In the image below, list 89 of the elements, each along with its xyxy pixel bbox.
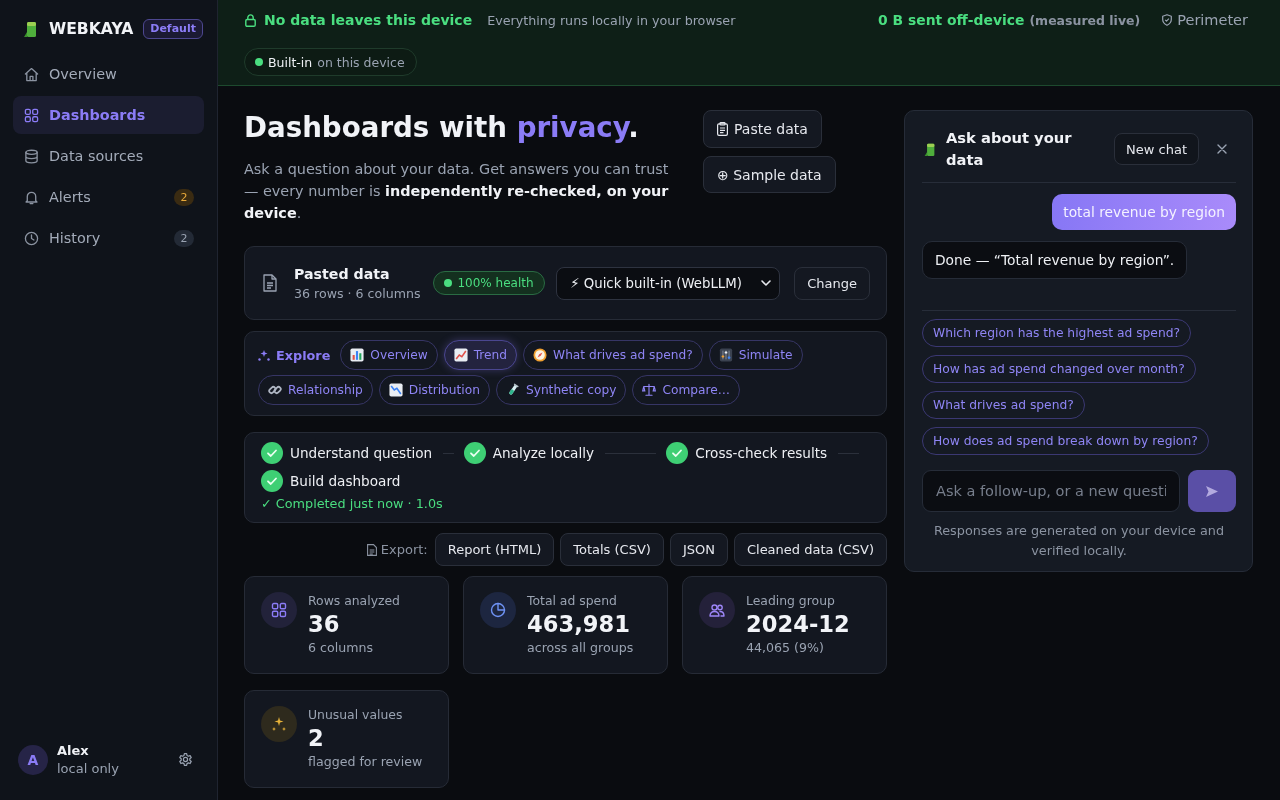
stat-detail: across all groups <box>527 639 634 656</box>
status-dot-icon <box>255 58 263 66</box>
perimeter-link[interactable]: Perimeter <box>1162 12 1248 28</box>
count-badge: 2 <box>174 188 194 206</box>
export-label: Export: <box>380 542 428 557</box>
grid-icon <box>261 592 297 628</box>
user-status: local only <box>57 761 119 776</box>
home-icon <box>24 66 39 82</box>
scales-icon <box>642 383 657 397</box>
privacy-headline: No data leaves this device <box>264 12 473 28</box>
sidebar-item[interactable]: Alerts 2 <box>13 178 204 216</box>
export-button[interactable]: Report (HTML) <box>434 533 555 566</box>
stat-label: Unusual values <box>308 706 404 724</box>
question-input[interactable]: Ask a follow-up, or a new questi <box>922 470 1181 512</box>
explore-label: Explore <box>276 347 331 363</box>
step-label: Understand question <box>290 445 433 461</box>
stat-label: Rows analyzed <box>308 592 400 610</box>
falling-chart-icon <box>388 383 403 397</box>
user-message: total revenue by region <box>1052 194 1236 230</box>
count-badge: 2 <box>174 229 194 247</box>
sliders-icon <box>718 348 733 362</box>
sidebar-item[interactable]: History 2 <box>13 219 204 257</box>
model-location: on this device <box>317 54 405 70</box>
send-icon <box>1206 485 1219 497</box>
stat-value: 2 <box>308 724 325 753</box>
stat-label: Total ad spend <box>527 592 618 610</box>
health-label: 100% health <box>457 276 534 290</box>
document-icon <box>263 274 277 292</box>
sample-data-button[interactable]: ⊕ Sample data <box>703 156 836 193</box>
stat-detail: flagged for review <box>308 753 423 770</box>
lock-icon <box>245 13 256 27</box>
user-avatar: A <box>18 744 48 775</box>
brand-name: WEBKAYA <box>49 20 134 38</box>
clipboard-icon <box>717 122 728 136</box>
step-label: Cross-check results <box>695 445 828 461</box>
link-icon <box>268 383 282 397</box>
logo-icon <box>24 21 36 37</box>
new-chat-button[interactable]: New chat <box>1114 133 1199 165</box>
bell-icon <box>24 189 39 205</box>
sparkle-icon <box>258 349 270 361</box>
export-button[interactable]: Totals (CSV) <box>560 533 664 566</box>
completion-status: ✓ Completed just now · 1.0s <box>261 496 444 511</box>
stat-detail: 6 columns <box>308 639 374 656</box>
people-icon <box>699 592 735 628</box>
logo-icon <box>924 142 935 156</box>
stat-value: 2024-12 <box>746 610 850 639</box>
export-button[interactable]: JSON <box>669 533 728 566</box>
close-icon[interactable] <box>1217 144 1227 154</box>
model-name: Built-in <box>268 54 313 70</box>
stat-value: 463,981 <box>527 610 631 639</box>
shield-icon <box>1162 14 1173 26</box>
stat-value: 36 <box>308 610 341 639</box>
step-label: Analyze locally <box>492 445 595 461</box>
chat-footnote: Responses are generated on your device and verified locally. <box>932 522 1226 560</box>
traffic-counter: 0 B sent off-device <box>878 12 1025 28</box>
sidebar-item[interactable]: Overview <box>13 55 204 93</box>
traffic-note: (measured live) <box>1029 12 1141 28</box>
step-label: Build dashboard <box>290 473 401 489</box>
change-button[interactable]: Change <box>794 266 870 300</box>
clock-icon <box>24 230 39 246</box>
privacy-subtitle: Everything runs locally in your browser <box>487 12 736 28</box>
bar-chart-icon <box>350 348 365 362</box>
explore-chip[interactable]: Trend <box>443 340 518 370</box>
stat-detail: 44,065 (9%) <box>746 639 825 656</box>
sidebar-item[interactable]: Data sources <box>13 137 204 175</box>
model-select[interactable]: ⚡ Quick built-in (WebLLM) <box>556 266 781 300</box>
paste-data-button[interactable]: Paste data <box>703 110 822 148</box>
document-icon <box>366 543 377 556</box>
page-title: Dashboards with privacy. <box>244 110 640 146</box>
dataset-summary: 36 rows · 6 columns <box>294 285 421 301</box>
rising-chart-icon <box>453 348 468 362</box>
dataset-name: Pasted data <box>294 265 391 282</box>
database-icon <box>24 148 39 164</box>
status-dot-icon <box>444 279 453 287</box>
user-name: Alex <box>57 743 90 758</box>
caret-icon <box>761 280 772 286</box>
pie-chart-icon <box>480 592 516 628</box>
assistant-message: Done — “Total revenue by region”. <box>922 241 1188 279</box>
sidebar-item[interactable]: Dashboards <box>13 96 204 134</box>
export-button[interactable]: Cleaned data (CSV) <box>733 533 887 566</box>
sparkle-icon <box>261 706 297 742</box>
grid-icon <box>24 107 39 123</box>
stat-label: Leading group <box>746 592 836 610</box>
compass-icon <box>533 348 548 362</box>
send-button[interactable] <box>1188 470 1236 512</box>
chat-title: Ask about your data <box>946 128 1073 170</box>
workspace-badge: Default <box>143 19 203 39</box>
settings-icon[interactable] <box>178 752 193 767</box>
intro-text: Ask a question about your data. Get answers you can trust — every number is independently re-checked, on your device. <box>244 160 670 223</box>
